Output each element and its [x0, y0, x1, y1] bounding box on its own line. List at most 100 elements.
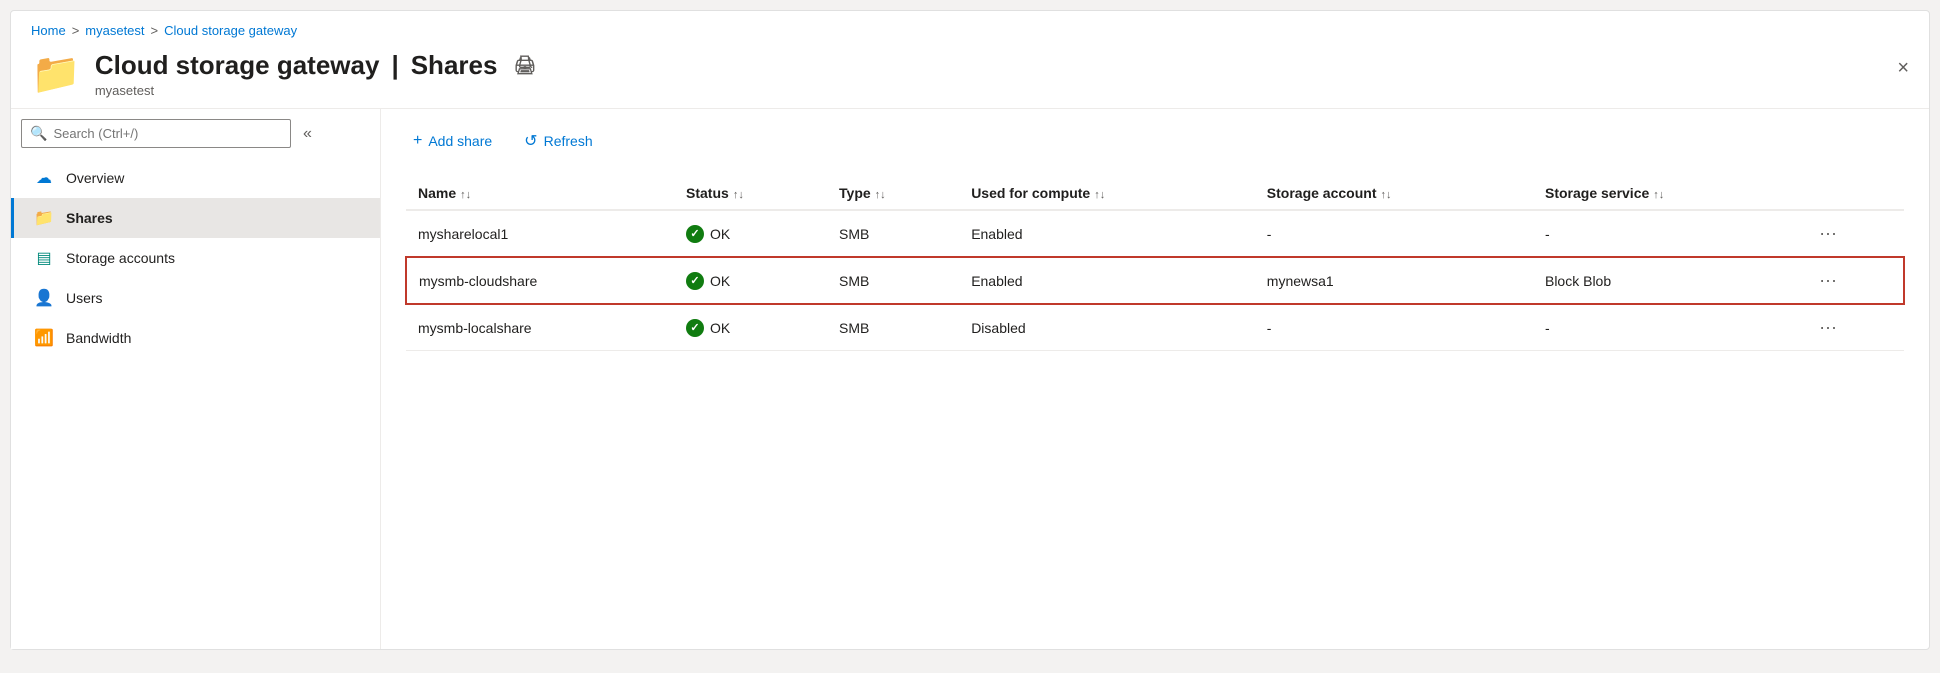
cell-name: mysmb-cloudshare	[406, 257, 674, 304]
col-header-used_for_compute[interactable]: Used for compute↑↓	[959, 177, 1255, 210]
table-row[interactable]: mysmb-localshare ✓ OK SMBDisabled--···	[406, 304, 1904, 351]
cell-name: mysmb-localshare	[406, 304, 674, 351]
sort-icon-status: ↑↓	[733, 189, 744, 201]
cell-name: mysharelocal1	[406, 210, 674, 257]
status-label: OK	[710, 320, 730, 336]
table-row[interactable]: mysharelocal1 ✓ OK SMBEnabled--···	[406, 210, 1904, 257]
cell-storage_service: Block Blob	[1533, 257, 1801, 304]
breadcrumb-myasetest[interactable]: myasetest	[85, 23, 144, 38]
users-icon: 👤	[34, 288, 54, 308]
add-share-button[interactable]: + Add share	[405, 126, 500, 156]
cell-status: ✓ OK	[674, 210, 827, 257]
table-header: Name↑↓Status↑↓Type↑↓Used for compute↑↓St…	[406, 177, 1904, 210]
sort-icon-storage_account: ↑↓	[1381, 189, 1392, 201]
cell-status: ✓ OK	[674, 304, 827, 351]
section-name: Shares	[411, 50, 498, 81]
status-ok: ✓ OK	[686, 319, 815, 337]
breadcrumb-sep1: >	[72, 23, 80, 38]
sidebar-nav: ☁ Overview 📁 Shares ▤ Storage accounts 👤…	[11, 158, 380, 358]
sidebar-item-users[interactable]: 👤 Users	[11, 278, 380, 318]
sidebar-item-bandwidth[interactable]: 📶 Bandwidth	[11, 318, 380, 358]
sidebar: 🔍 « ☁ Overview 📁 Shares ▤ Storage accoun…	[11, 109, 381, 649]
cell-actions[interactable]: ···	[1801, 257, 1904, 304]
title-separator: |	[391, 50, 398, 81]
main-content: + Add share ↺ Refresh Name↑↓Status↑↓Type…	[381, 109, 1929, 649]
cell-storage_service: -	[1533, 210, 1801, 257]
cell-type: SMB	[827, 304, 959, 351]
status-label: OK	[710, 273, 730, 289]
search-bar: 🔍 «	[21, 119, 370, 148]
refresh-icon: ↺	[524, 131, 537, 151]
cell-status: ✓ OK	[674, 257, 827, 304]
sidebar-item-storage-accounts[interactable]: ▤ Storage accounts	[11, 238, 380, 278]
search-icon: 🔍	[30, 125, 47, 142]
col-header-storage_service[interactable]: Storage service↑↓	[1533, 177, 1801, 210]
col-header-storage_account[interactable]: Storage account↑↓	[1255, 177, 1533, 210]
breadcrumb: Home > myasetest > Cloud storage gateway	[11, 11, 1929, 44]
close-button[interactable]: ×	[1897, 58, 1909, 78]
breadcrumb-current: Cloud storage gateway	[164, 23, 297, 38]
cell-actions[interactable]: ···	[1801, 304, 1904, 351]
resource-name: Cloud storage gateway	[95, 50, 380, 81]
sidebar-item-label: Storage accounts	[66, 250, 175, 266]
more-actions-button[interactable]: ···	[1813, 268, 1843, 293]
resource-icon: 📁	[31, 54, 81, 94]
sidebar-item-label: Overview	[66, 170, 124, 186]
print-icon[interactable]: 🖨	[513, 55, 536, 76]
cell-type: SMB	[827, 257, 959, 304]
cell-type: SMB	[827, 210, 959, 257]
refresh-button[interactable]: ↺ Refresh	[516, 125, 600, 157]
header-title-area: Cloud storage gateway | Shares 🖨 myasete…	[95, 50, 537, 98]
main-container: Home > myasetest > Cloud storage gateway…	[10, 10, 1930, 650]
status-dot: ✓	[686, 225, 704, 243]
folder-icon: 📁	[34, 208, 54, 228]
sort-icon-used_for_compute: ↑↓	[1094, 189, 1105, 201]
sidebar-item-shares[interactable]: 📁 Shares	[11, 198, 380, 238]
add-icon: +	[413, 132, 422, 150]
sidebar-item-label: Bandwidth	[66, 330, 131, 346]
search-input-wrapper: 🔍	[21, 119, 291, 148]
status-ok: ✓ OK	[686, 272, 815, 290]
cell-used_for_compute: Enabled	[959, 210, 1255, 257]
breadcrumb-home[interactable]: Home	[31, 23, 66, 38]
table-body: mysharelocal1 ✓ OK SMBEnabled--···mysmb-…	[406, 210, 1904, 351]
sidebar-item-label: Shares	[66, 210, 113, 226]
breadcrumb-sep2: >	[151, 23, 159, 38]
col-header-name[interactable]: Name↑↓	[406, 177, 674, 210]
page-header: 📁 Cloud storage gateway | Shares 🖨 myase…	[11, 44, 1929, 109]
sort-icon-name: ↑↓	[460, 189, 471, 201]
status-label: OK	[710, 226, 730, 242]
resource-subtitle: myasetest	[95, 83, 537, 98]
cell-actions[interactable]: ···	[1801, 210, 1904, 257]
status-ok: ✓ OK	[686, 225, 815, 243]
col-header-actions	[1801, 177, 1904, 210]
status-dot: ✓	[686, 319, 704, 337]
storage-icon: ▤	[34, 248, 54, 268]
add-share-label: Add share	[428, 133, 492, 149]
cell-storage_service: -	[1533, 304, 1801, 351]
search-input[interactable]	[53, 126, 282, 141]
sort-icon-storage_service: ↑↓	[1653, 189, 1664, 201]
refresh-label: Refresh	[544, 133, 593, 149]
table-row[interactable]: mysmb-cloudshare ✓ OK SMBEnabledmynewsa1…	[406, 257, 1904, 304]
sidebar-item-label: Users	[66, 290, 103, 306]
col-header-type[interactable]: Type↑↓	[827, 177, 959, 210]
bandwidth-icon: 📶	[34, 328, 54, 348]
more-actions-button[interactable]: ···	[1813, 221, 1843, 246]
status-dot: ✓	[686, 272, 704, 290]
sort-icon-type: ↑↓	[875, 189, 886, 201]
collapse-button[interactable]: «	[299, 121, 316, 147]
cell-storage_account: -	[1255, 304, 1533, 351]
table-header-row: Name↑↓Status↑↓Type↑↓Used for compute↑↓St…	[406, 177, 1904, 210]
body-layout: 🔍 « ☁ Overview 📁 Shares ▤ Storage accoun…	[11, 109, 1929, 649]
cell-used_for_compute: Disabled	[959, 304, 1255, 351]
shares-table: Name↑↓Status↑↓Type↑↓Used for compute↑↓St…	[405, 177, 1905, 351]
toolbar: + Add share ↺ Refresh	[405, 125, 1905, 157]
cell-storage_account: -	[1255, 210, 1533, 257]
cell-storage_account: mynewsa1	[1255, 257, 1533, 304]
cloud-icon: ☁	[34, 168, 54, 188]
sidebar-item-overview[interactable]: ☁ Overview	[11, 158, 380, 198]
more-actions-button[interactable]: ···	[1813, 315, 1843, 340]
cell-used_for_compute: Enabled	[959, 257, 1255, 304]
col-header-status[interactable]: Status↑↓	[674, 177, 827, 210]
